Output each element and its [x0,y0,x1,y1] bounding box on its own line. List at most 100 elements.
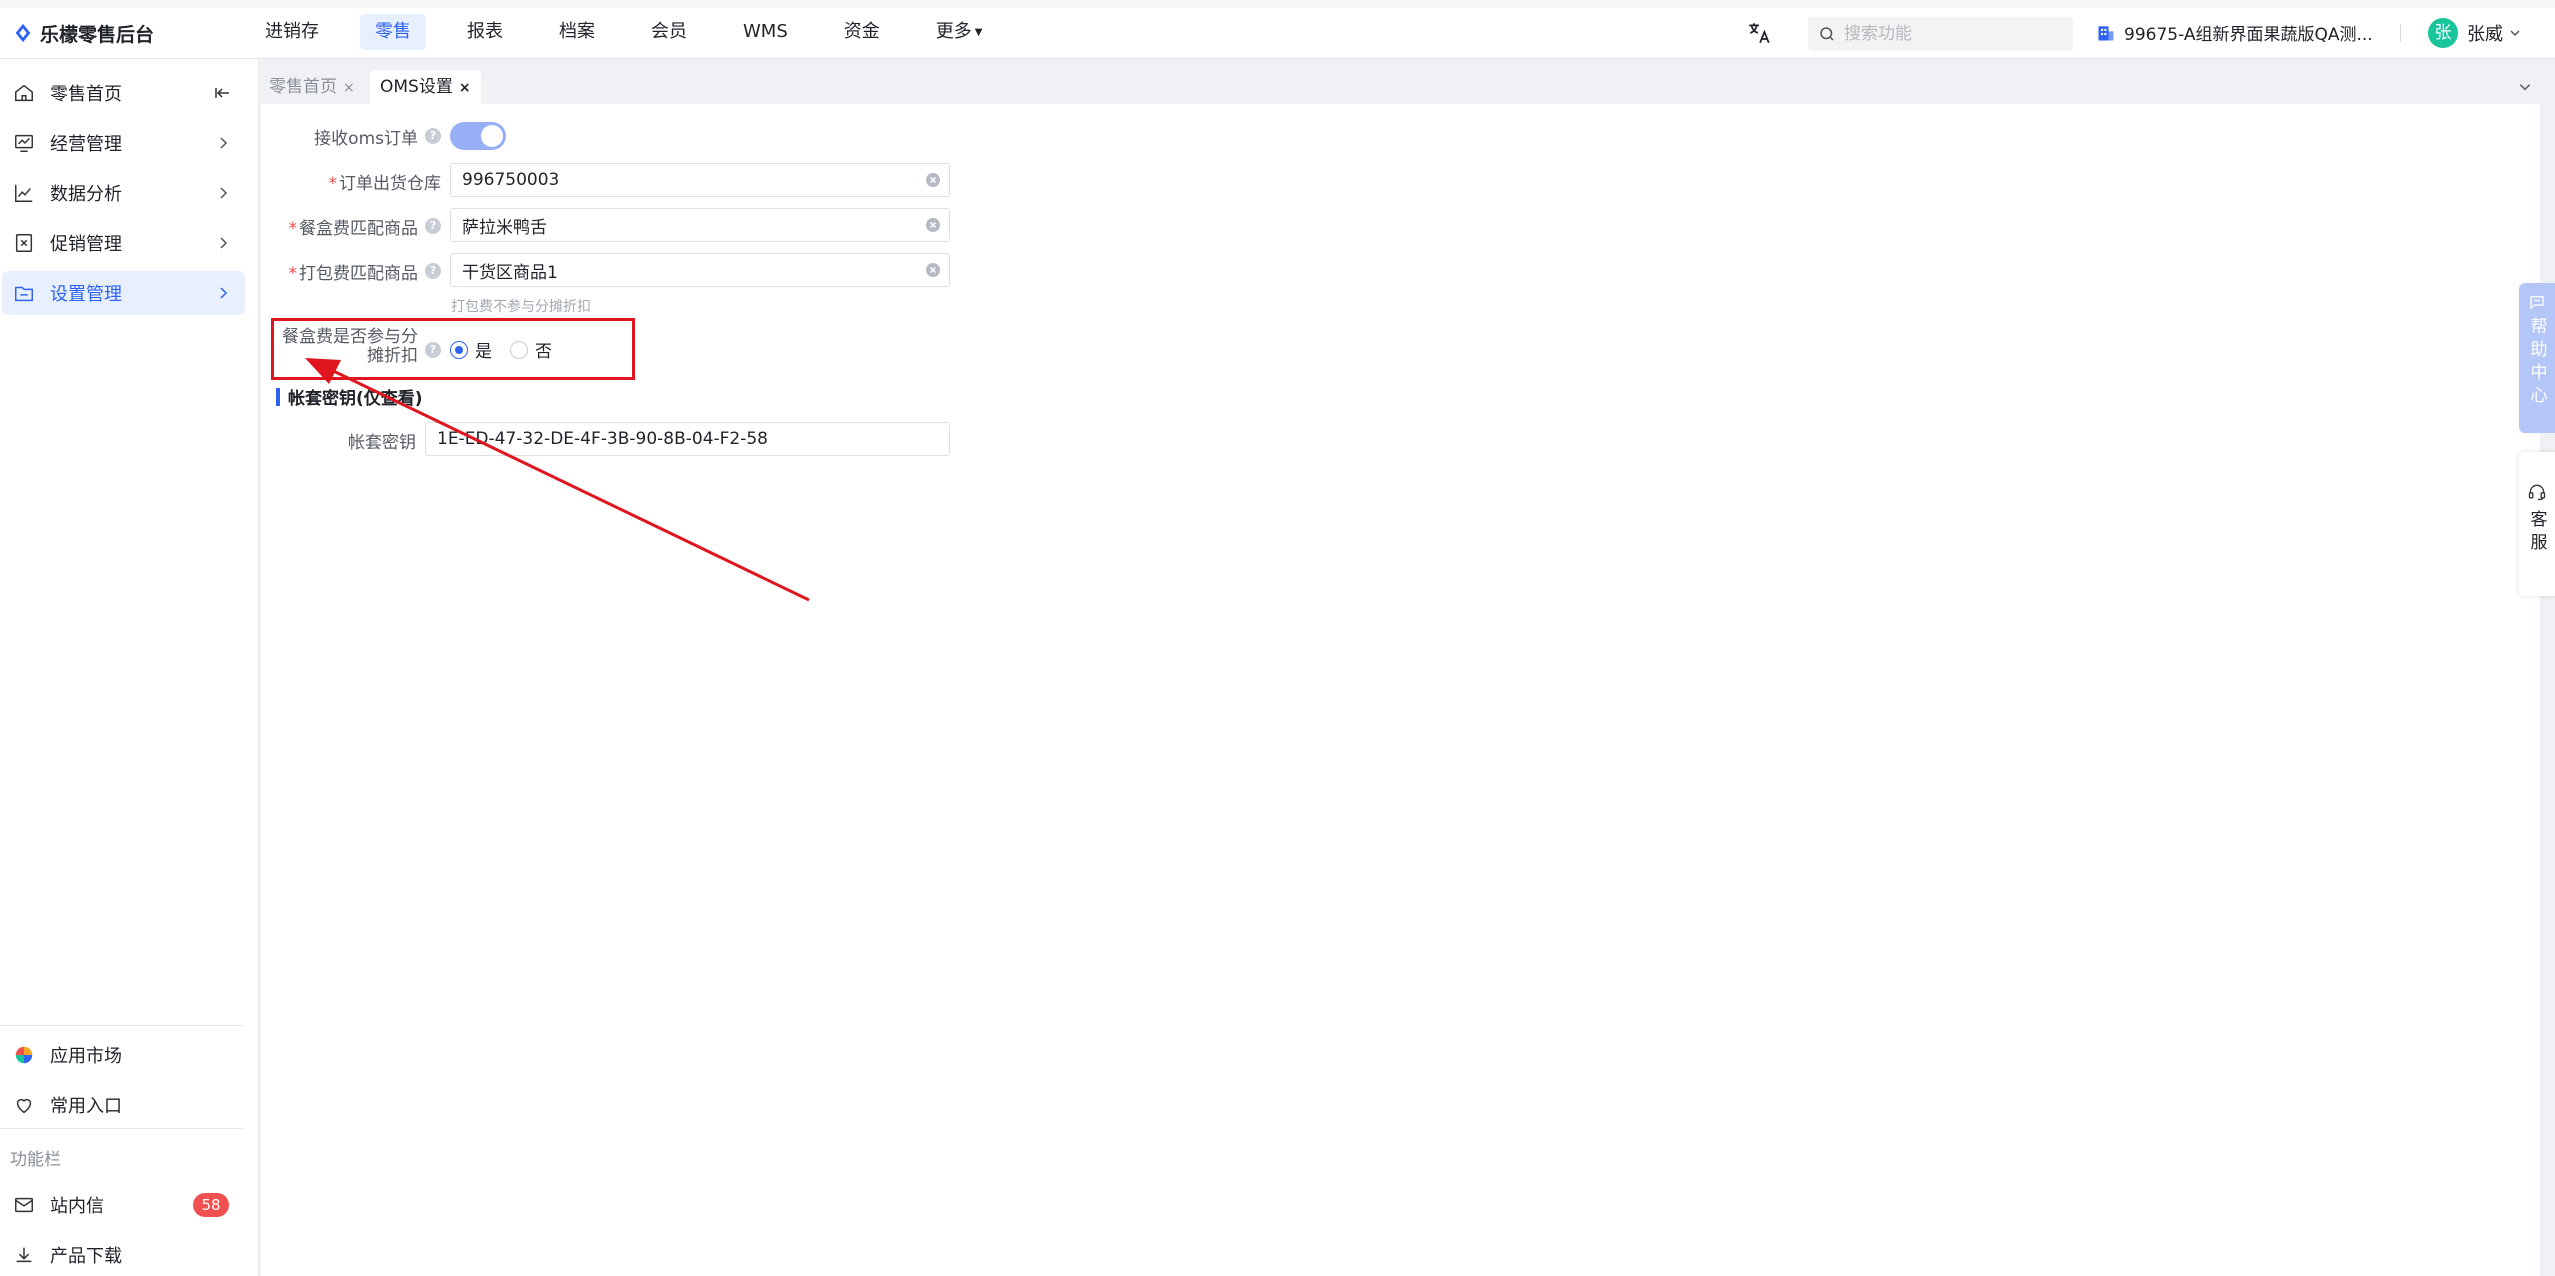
sidebar-item-label: 零售首页 [50,84,122,105]
heart-icon [16,1098,32,1114]
radio-yes[interactable] [450,340,468,359]
clear-icon[interactable] [925,172,941,188]
tab-label: 零售首页 [269,77,337,97]
unread-badge: 58 [193,1193,229,1217]
pack-fee-goods-label: * 打包费匹配商品 [261,259,419,284]
nav-item-label: 进销存 [265,21,319,42]
folder-settings-icon [15,286,33,302]
nav-item-label: 报表 [467,21,503,42]
sidebar-item-inbox[interactable]: 站内信 58 [2,1183,245,1227]
box-fee-goods-select[interactable]: 萨拉米鸭舌 [450,208,950,242]
required-mark: * [328,174,338,194]
chevron-right-icon [220,187,228,199]
nav-item-funds[interactable]: 资金 [829,14,895,50]
pack-fee-goods-select[interactable]: 干货区商品1 [450,253,950,287]
close-icon[interactable]: × [459,80,471,96]
app-market-icon [15,1046,33,1064]
box-fee-goods-value: 萨拉米鸭舌 [462,217,547,238]
pack-fee-goods-label-text: 打包费匹配商品 [299,264,418,284]
sidebar-item-settings[interactable]: 设置管理 [2,271,245,315]
nav-item-more[interactable]: 更多 ▼ [921,14,998,50]
receive-oms-toggle[interactable] [450,122,506,150]
box-fee-discount-label: 餐盒费是否参与分 摊折扣 [261,328,418,366]
sidebar-item-label: 数据分析 [50,184,122,205]
collapse-sidebar-icon[interactable] [215,85,231,101]
tabs-dropdown[interactable] [2510,70,2540,104]
section-title-text: 帐套密钥(仅查看) [288,389,423,409]
top-bar: 乐檬零售后台 进销存 零售 报表 档案 会员 WMS 资金 更多▼ 99675-… [0,0,2555,59]
nav-item-label: 更多 [935,21,972,42]
sidebar-item-label: 设置管理 [50,284,122,305]
nav-item-retail[interactable]: 零售 [360,14,426,50]
box-fee-goods-label: * 餐盒费匹配商品 [261,214,419,239]
avatar: 张 [2428,18,2458,48]
sidebar-item-operations[interactable]: 经营管理 [2,121,245,165]
sidebar-item-label: 应用市场 [50,1046,122,1067]
radio-no-label[interactable]: 否 [535,337,552,362]
sidebar-section-label: 功能栏 [10,1150,61,1170]
top-divider [2400,24,2401,42]
sidebar-item-favorites[interactable]: 常用入口 [2,1083,245,1127]
search-icon [1820,27,1834,41]
nav-item-wms[interactable]: WMS [728,14,803,50]
nav-item-label: WMS [743,21,788,42]
line-chart-icon [15,184,33,202]
download-icon [16,1247,32,1263]
nav-item-label: 档案 [559,21,595,42]
sidebar: 零售首页 经营管理 数据分析 促销管理 设置管理 应用市场 常用入口 功能栏 站… [0,59,259,1276]
account-section-title: 帐套密钥(仅查看) [276,384,423,409]
tenant-switcher[interactable]: 99675-A组新界面果蔬版QA测... [2096,20,2373,45]
user-menu[interactable]: 张 张威 [2428,18,2521,48]
radio-yes-label[interactable]: 是 [475,337,492,362]
nav-item-member[interactable]: 会员 [636,14,702,50]
warehouse-select[interactable]: 996750003 [450,163,950,197]
mail-icon [15,1197,33,1213]
warehouse-label-text: 订单出货仓库 [339,174,441,194]
radio-no[interactable] [510,340,528,359]
nav-item-reports[interactable]: 报表 [452,14,518,50]
clear-icon[interactable] [925,262,941,278]
customer-service-button[interactable]: 客服 [2519,452,2555,596]
caret-down-icon: ▼ [974,27,983,38]
sidebar-item-download[interactable]: 产品下载 [2,1233,245,1276]
top-nav: 进销存 零售 报表 档案 会员 WMS 资金 更多 ▼ [250,14,1023,50]
help-center-button[interactable]: 帮助中心 [2519,283,2555,433]
top-strip [0,0,2555,8]
required-mark: * [288,264,298,284]
search-box[interactable] [1808,17,2073,51]
nav-item-inventory[interactable]: 进销存 [250,14,334,50]
help-icon[interactable]: ? [425,263,441,279]
sidebar-item-analytics[interactable]: 数据分析 [2,171,245,215]
sidebar-item-retail-home[interactable]: 零售首页 [2,71,245,115]
search-input[interactable] [1836,17,2056,51]
sidebar-item-promotion[interactable]: 促销管理 [2,221,245,265]
main-panel: 接收oms订单 ? * 订单出货仓库 996750003 * 餐盒费匹配商品 ? 萨… [261,104,2540,1276]
tab-label: OMS设置 [380,77,453,97]
warehouse-label: * 订单出货仓库 [261,169,442,194]
help-icon[interactable]: ? [425,342,441,358]
sidebar-item-label: 常用入口 [50,1096,122,1117]
close-icon[interactable]: × [343,80,355,96]
section-accent-bar [276,387,280,406]
chat-icon [2530,296,2544,310]
sidebar-item-app-market[interactable]: 应用市场 [2,1033,245,1077]
box-fee-goods-label-text: 餐盒费匹配商品 [299,219,418,239]
help-icon[interactable]: ? [425,128,441,144]
sidebar-divider [0,1025,243,1026]
brand-name: 乐檬零售后台 [40,23,155,46]
pack-fee-goods-value: 干货区商品1 [462,262,558,283]
sidebar-item-label: 促销管理 [50,234,122,255]
tab-oms-settings[interactable]: OMS设置 × [370,70,481,104]
chevron-right-icon [220,137,228,149]
box-fee-discount-label-line2: 摊折扣 [367,346,418,366]
toggle-knob [481,125,503,147]
required-mark: * [288,219,298,239]
tab-retail-home[interactable]: 零售首页 × [259,70,365,104]
account-key-field[interactable]: 1E-ED-47-32-DE-4F-3B-90-8B-04-F2-58 [425,422,950,456]
brand[interactable]: 乐檬零售后台 [12,18,154,48]
help-icon[interactable]: ? [425,218,441,234]
nav-item-archive[interactable]: 档案 [544,14,610,50]
translate-icon[interactable] [1746,20,1772,46]
box-fee-discount-label-line1: 餐盒费是否参与分 [282,327,418,347]
clear-icon[interactable] [925,217,941,233]
